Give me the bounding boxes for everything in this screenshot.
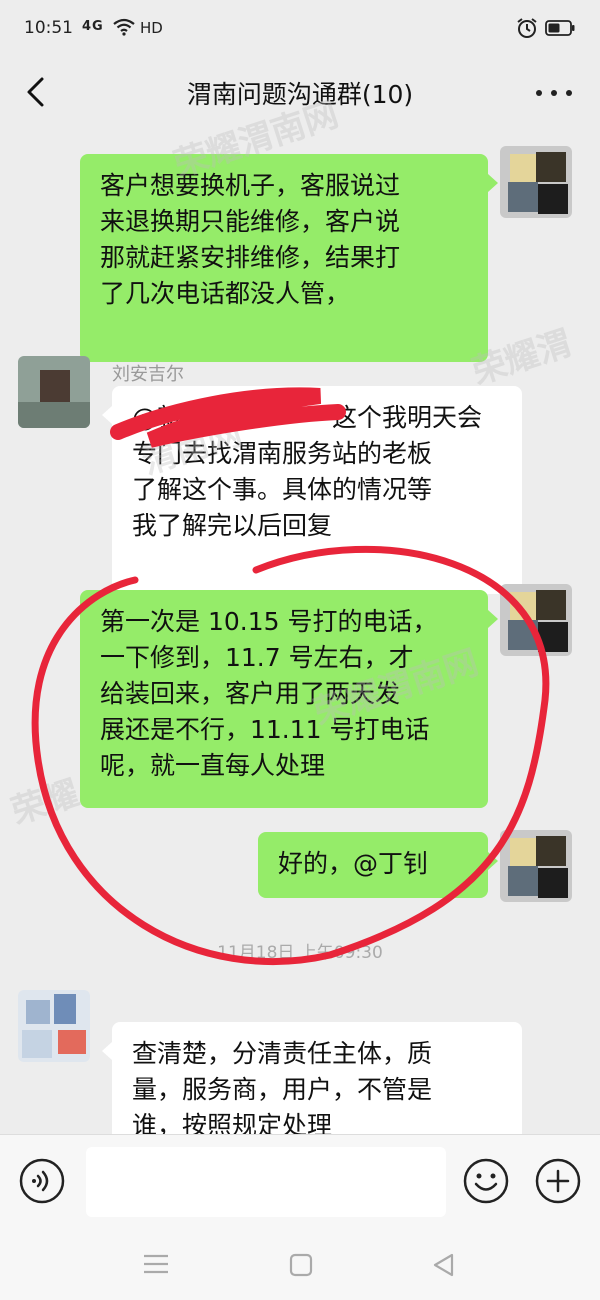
hd-indicator: HD xyxy=(140,19,163,37)
avatar-self[interactable] xyxy=(500,584,572,656)
message-timestamp: 11月18日 上午09:30 xyxy=(217,943,383,963)
message-line: 第一次是 10.15 号打的电话， xyxy=(100,607,438,636)
avatar-liu[interactable] xyxy=(18,356,90,428)
emoji-icon[interactable] xyxy=(462,1157,510,1205)
message-line: 了几次电话都没人管， xyxy=(100,279,351,308)
voice-icon[interactable] xyxy=(18,1157,66,1205)
chat-title: 渭南问题沟通群(10) xyxy=(186,80,414,109)
message-bubble[interactable]: 查清楚，分清责任主体，质 量，服务商，用户，不管是 谁，按照规定处理 xyxy=(102,1022,522,1134)
message-list[interactable]: 客户想要换机子，客服说过 来退换期只能维修，客户说 那就赶紧安排维修，结果打 了… xyxy=(0,128,600,1134)
wifi-icon xyxy=(113,18,135,36)
avatar-self[interactable] xyxy=(500,146,572,218)
message-bubble[interactable]: 第一次是 10.15 号打的电话， 一下修到，11.7 号左右，才 给装回来，客… xyxy=(80,590,498,808)
message-line: 客户想要换机子，客服说过 xyxy=(100,171,401,200)
sender-name: 刘安吉尔 xyxy=(112,364,184,385)
message-line: 专门去找渭南服务站的老板 xyxy=(132,439,433,468)
status-bar: 10:51 4G HD xyxy=(0,0,600,58)
message-line: 了解这个事。具体的情况等 xyxy=(132,475,433,504)
message-line: 量，服务商，用户，不管是 xyxy=(132,1075,433,1104)
plus-icon[interactable] xyxy=(534,1157,582,1205)
message-line: 一下修到，11.7 号左右，才 xyxy=(100,643,414,672)
message-line: 谁，按照规定处理 xyxy=(132,1111,333,1134)
message-line: 呢，就一直每人处理 xyxy=(100,751,326,780)
back-triangle-icon[interactable] xyxy=(428,1250,458,1280)
message-line: 给装回来，客户用了两天发 xyxy=(100,679,401,708)
input-bar xyxy=(0,1134,600,1231)
more-dots-icon[interactable] xyxy=(532,70,576,114)
message-line: 那就赶紧安排维修，结果打 xyxy=(100,243,401,272)
message-bubble[interactable]: 客户想要换机子，客服说过 来退换期只能维修，客户说 那就赶紧安排维修，结果打 了… xyxy=(80,154,498,362)
message-input[interactable] xyxy=(86,1147,446,1217)
message-bubble[interactable]: @新 这个我明天会 专门去找渭南服务站的老板 了解这个事。具体的情况等 我了解完… xyxy=(102,386,522,594)
avatar-member[interactable] xyxy=(18,990,90,1062)
message-line: @新 这个我明天会 xyxy=(132,403,483,432)
message-line: 我了解完以后回复 xyxy=(132,511,333,540)
message-line: 好的，@丁钊 xyxy=(278,849,429,878)
chat-header: 渭南问题沟通群(10) xyxy=(0,58,600,128)
network-type: 4G xyxy=(82,19,104,34)
message-bubble[interactable]: 好的，@丁钊 xyxy=(258,832,498,898)
alarm-icon xyxy=(517,18,537,38)
system-nav-bar xyxy=(0,1230,600,1300)
home-icon[interactable] xyxy=(286,1250,316,1280)
menu-icon[interactable] xyxy=(140,1250,172,1278)
status-time: 10:51 xyxy=(24,18,73,38)
message-line: 展还是不行，11.11 号打电话 xyxy=(100,715,430,744)
avatar-self[interactable] xyxy=(500,830,572,902)
message-line: 来退换期只能维修，客户说 xyxy=(100,207,401,236)
battery-icon xyxy=(545,20,575,36)
message-line: 查清楚，分清责任主体，质 xyxy=(132,1039,433,1068)
